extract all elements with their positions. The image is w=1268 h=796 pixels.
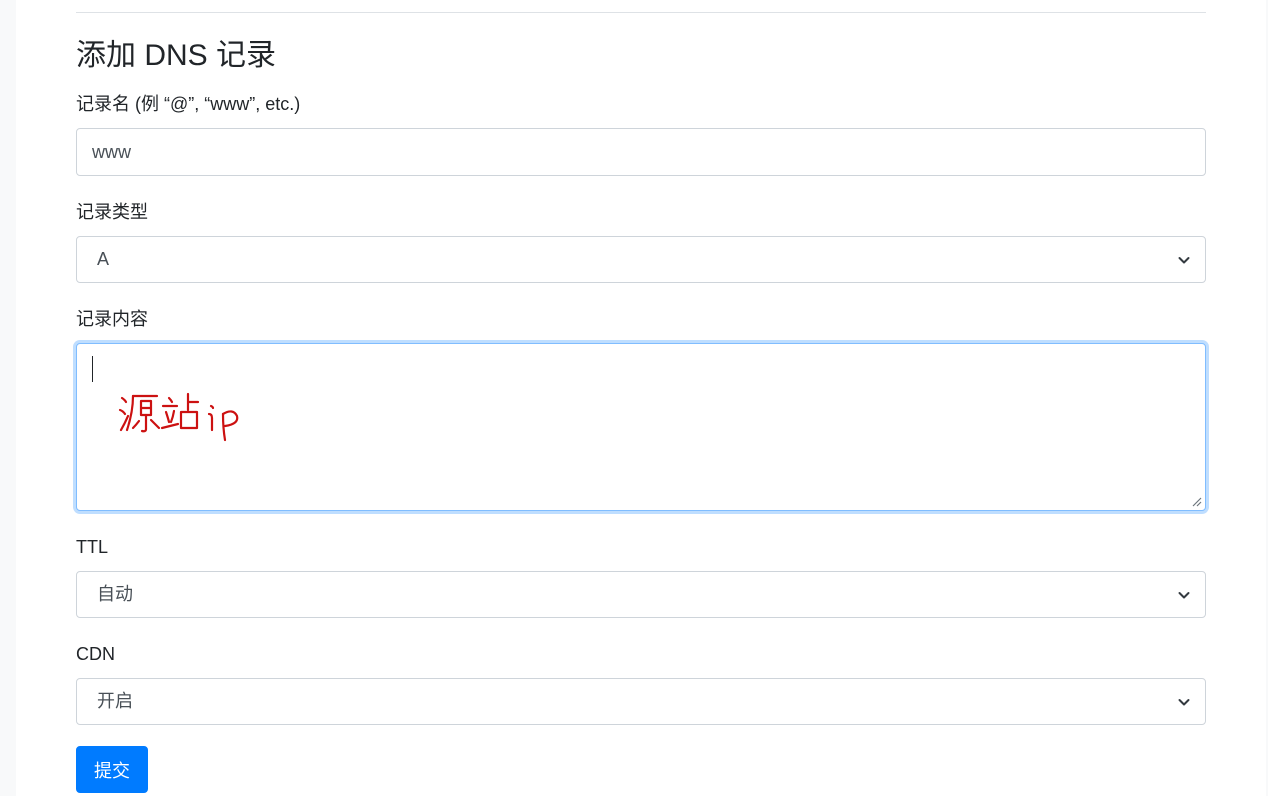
cdn-select[interactable]: 开启 <box>76 678 1206 725</box>
text-caret <box>92 356 93 382</box>
chevron-down-icon <box>1178 591 1190 598</box>
handwritten-annotation <box>118 392 239 442</box>
ttl-label: TTL <box>76 537 109 557</box>
submit-button[interactable]: 提交 <box>76 746 148 793</box>
ttl-selected: 自动 <box>97 584 133 604</box>
ttl-select[interactable]: 自动 <box>76 571 1206 618</box>
cdn-label: CDN <box>76 644 115 664</box>
record-name-label: 记录名 (例 “@”, “www”, etc.) <box>76 94 301 114</box>
chevron-down-icon <box>1178 256 1190 263</box>
resize-grip-icon[interactable] <box>1191 496 1202 507</box>
cdn-selected: 开启 <box>97 691 133 711</box>
record-content-label: 记录内容 <box>76 309 148 329</box>
chevron-down-icon <box>1178 698 1190 705</box>
page-title: 添加 DNS 记录 <box>76 39 277 72</box>
divider <box>76 12 1206 13</box>
page: 添加 DNS 记录 记录名 (例 “@”, “www”, etc.) www 记… <box>16 0 1266 796</box>
record-type-selected: A <box>97 249 110 269</box>
record-name-input[interactable]: www <box>76 128 1206 176</box>
record-content-textarea[interactable] <box>76 343 1206 511</box>
record-type-label: 记录类型 <box>76 202 148 222</box>
record-type-select[interactable]: A <box>76 236 1206 283</box>
